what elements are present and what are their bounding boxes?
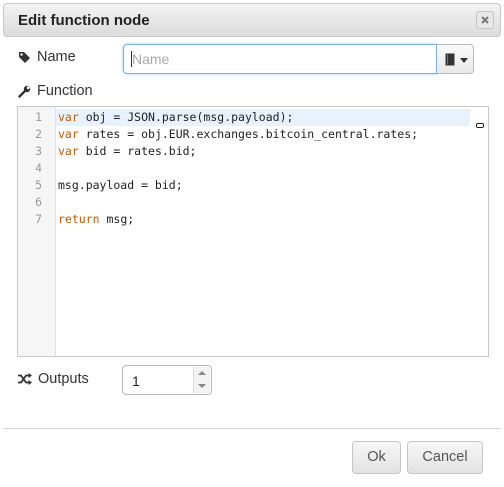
code-line: 1 var obj = JSON.parse(msg.payload); <box>18 109 488 126</box>
code-line: 7 return msg; <box>18 211 488 228</box>
line-number: 3 <box>35 144 42 158</box>
code-keyword: var <box>58 144 79 158</box>
code-rest: msg.payload = bid; <box>58 178 183 192</box>
code-keyword: return <box>58 212 100 226</box>
code-keyword: var <box>58 127 79 141</box>
code-rest: msg; <box>99 212 135 226</box>
tag-icon <box>19 51 30 63</box>
code-rest: rates = obj.EUR.exchanges.bitcoin_centra… <box>78 127 419 141</box>
icon-picker-button[interactable] <box>437 44 474 74</box>
code-text: return msg; <box>58 211 134 228</box>
cancel-button[interactable]: Cancel <box>407 441 483 474</box>
line-number: 4 <box>35 161 42 175</box>
text-caret <box>131 51 132 67</box>
stepper-down-button[interactable] <box>194 380 210 393</box>
function-label: Function <box>37 83 93 99</box>
dialog-title: Edit function node <box>18 12 150 29</box>
code-rest: obj = JSON.parse(msg.payload); <box>78 110 294 124</box>
shuffle-icon <box>18 373 32 385</box>
ok-button[interactable]: Ok <box>352 441 401 474</box>
stepper-up-button[interactable] <box>194 367 210 381</box>
code-text: var obj = JSON.parse(msg.payload); <box>58 109 293 126</box>
editor-scroll-marker <box>476 123 484 128</box>
dialog-titlebar[interactable]: Edit function node <box>3 3 501 37</box>
code-line: 5 msg.payload = bid; <box>18 177 488 194</box>
line-number: 6 <box>35 195 42 209</box>
code-line: 2 var rates = obj.EUR.exchanges.bitcoin_… <box>18 126 488 143</box>
outputs-stepper[interactable]: 1 <box>122 365 212 395</box>
code-text: var bid = rates.bid; <box>58 143 196 160</box>
code-text: var rates = obj.EUR.exchanges.bitcoin_ce… <box>58 126 418 143</box>
edit-function-dialog: Edit function node Name Function <box>0 0 504 487</box>
outputs-label-row: Outputs <box>18 371 89 387</box>
line-number: 5 <box>35 178 42 192</box>
code-keyword: var <box>58 110 79 124</box>
wrench-icon <box>18 85 31 98</box>
chevron-down-icon <box>460 58 468 63</box>
book-icon <box>445 53 455 66</box>
code-rest: bid = rates.bid; <box>78 144 197 158</box>
code-line: 6 <box>18 194 488 211</box>
code-editor[interactable]: 1 var obj = JSON.parse(msg.payload); 2 v… <box>17 106 489 357</box>
close-icon <box>481 16 489 24</box>
line-number: 2 <box>35 127 42 141</box>
code-text: msg.payload = bid; <box>58 177 183 194</box>
function-label-row: Function <box>18 83 93 99</box>
name-input[interactable] <box>123 44 437 74</box>
name-label: Name <box>37 49 76 65</box>
close-button[interactable] <box>476 11 494 29</box>
outputs-label: Outputs <box>38 371 89 387</box>
code-line: 4 <box>18 160 488 177</box>
outputs-value[interactable]: 1 <box>132 373 140 389</box>
line-number: 7 <box>35 212 42 226</box>
line-number: 1 <box>35 110 42 124</box>
stepper-buttons <box>193 367 210 393</box>
footer-divider <box>3 428 501 429</box>
code-line: 3 var bid = rates.bid; <box>18 143 488 160</box>
name-label-row: Name <box>18 49 76 65</box>
